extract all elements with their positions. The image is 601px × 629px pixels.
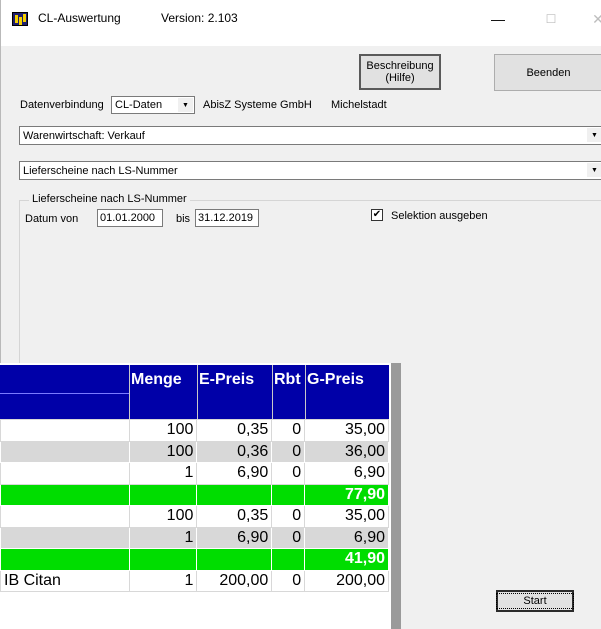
cell-epreis	[196, 548, 273, 571]
cell-gpreis: 35,00	[304, 505, 389, 528]
table-row: 100 0,35 0 35,00	[0, 419, 389, 442]
selection-output-checkbox[interactable]: ✔	[371, 209, 383, 221]
version-label: Version: 2.103	[161, 11, 238, 25]
date-from-input[interactable]: 01.01.2000	[97, 209, 163, 227]
cell-menge: 1	[128, 462, 198, 485]
close-button[interactable]: ✕	[583, 8, 601, 30]
area-value: Warenwirtschaft: Verkauf	[23, 130, 145, 142]
cell-gpreis: 41,90	[304, 548, 389, 571]
description-help-button[interactable]: Beschreibung (Hilfe)	[359, 54, 441, 90]
column-divider	[197, 365, 198, 419]
connection-value: CL-Daten	[115, 99, 163, 111]
app-icon	[12, 12, 28, 26]
group-title: Lieferscheine nach LS-Nummer	[29, 193, 190, 205]
cell-text	[0, 526, 130, 549]
cell-menge: 100	[128, 440, 198, 463]
cell-epreis: 0,35	[196, 419, 273, 442]
table-row: 100 0,36 0 36,00	[0, 440, 389, 463]
window-title: CL-Auswertung	[38, 11, 121, 25]
connection-select[interactable]: CL-Daten ▼	[111, 96, 195, 114]
dropdown-arrow-icon[interactable]: ▼	[587, 163, 601, 177]
maximize-button[interactable]: ☐	[536, 8, 566, 30]
column-header-rbt: Rbt	[274, 371, 301, 388]
date-from-label: Datum von	[25, 213, 79, 225]
column-divider	[305, 365, 306, 419]
table-row: IB Citan 1 200,00 0 200,00	[0, 569, 389, 592]
dropdown-arrow-icon[interactable]: ▼	[178, 98, 193, 112]
report-header: Menge E-Preis Rbt G-Preis	[0, 365, 389, 419]
cell-menge: 1	[128, 569, 198, 592]
report-value: Lieferscheine nach LS-Nummer	[23, 165, 178, 177]
cell-epreis: 6,90	[196, 462, 273, 485]
selection-output-label: Selektion ausgeben	[391, 210, 488, 222]
start-button[interactable]: Start	[496, 590, 574, 612]
cell-menge: 100	[128, 419, 198, 442]
cell-text: IB Citan	[0, 569, 130, 592]
cell-gpreis: 200,00	[304, 569, 389, 592]
cell-gpreis: 6,90	[304, 526, 389, 549]
column-header-gpreis: G-Preis	[307, 371, 364, 388]
cell-menge: 100	[128, 505, 198, 528]
company-city: Michelstadt	[331, 99, 387, 111]
cell-gpreis: 6,90	[304, 462, 389, 485]
table-row: 1 6,90 0 6,90	[0, 462, 389, 485]
cell-rbt: 0	[271, 569, 306, 592]
cell-menge	[128, 483, 198, 506]
start-label: Start	[496, 593, 574, 609]
cell-epreis: 200,00	[196, 569, 273, 592]
cell-rbt	[271, 483, 306, 506]
cell-rbt	[271, 548, 306, 571]
description-label: Beschreibung	[366, 60, 434, 72]
cell-gpreis: 77,90	[304, 483, 389, 506]
header-divider	[0, 393, 129, 394]
sum-row: 41,90	[0, 548, 389, 571]
date-to-value: 31.12.2019	[198, 212, 254, 224]
end-button[interactable]: Beenden	[494, 54, 601, 91]
table-row: 100 0,35 0 35,00	[0, 505, 389, 528]
column-divider	[129, 365, 130, 419]
cell-menge: 1	[128, 526, 198, 549]
cell-rbt: 0	[271, 526, 306, 549]
cell-epreis: 0,35	[196, 505, 273, 528]
connection-label: Datenverbindung	[20, 99, 104, 111]
column-header-epreis: E-Preis	[199, 371, 255, 388]
cell-rbt: 0	[271, 462, 306, 485]
help-label: (Hilfe)	[385, 72, 415, 84]
cell-menge	[128, 548, 198, 571]
cell-epreis: 6,90	[196, 526, 273, 549]
cell-rbt: 0	[271, 419, 306, 442]
cell-epreis	[196, 483, 273, 506]
date-to-input[interactable]: 31.12.2019	[195, 209, 259, 227]
cell-gpreis: 36,00	[304, 440, 389, 463]
company-name: AbisZ Systeme GmbH	[203, 99, 312, 111]
cell-gpreis: 35,00	[304, 419, 389, 442]
cell-text	[0, 440, 130, 463]
column-divider	[272, 365, 273, 419]
table-row: 1 6,90 0 6,90	[0, 526, 389, 549]
dropdown-arrow-icon[interactable]: ▼	[587, 128, 601, 142]
report-table: 100 0,35 0 35,00 100 0,36 0 36,00 1 6,90 0 6,90 77,9…	[0, 419, 389, 592]
cell-text	[0, 548, 130, 571]
report-window: Menge E-Preis Rbt G-Preis 100 0,35 0 35,00 1…	[0, 363, 401, 629]
cell-text	[0, 419, 130, 442]
sum-row: 77,90	[0, 483, 389, 506]
cell-text	[0, 505, 130, 528]
column-header-menge: Menge	[131, 371, 182, 388]
report-select[interactable]: Lieferscheine nach LS-Nummer ▼	[19, 161, 601, 180]
date-from-value: 01.01.2000	[100, 212, 156, 224]
area-select[interactable]: Warenwirtschaft: Verkauf ▼	[19, 126, 601, 145]
cell-text	[0, 483, 130, 506]
cell-epreis: 0,36	[196, 440, 273, 463]
date-to-label: bis	[176, 213, 191, 225]
cell-text	[0, 462, 130, 485]
cell-rbt: 0	[271, 440, 306, 463]
minimize-button[interactable]: —	[483, 8, 513, 30]
cell-rbt: 0	[271, 505, 306, 528]
title-bar[interactable]: CL-Auswertung Version: 2.103 — ☐ ✕	[1, 0, 601, 46]
